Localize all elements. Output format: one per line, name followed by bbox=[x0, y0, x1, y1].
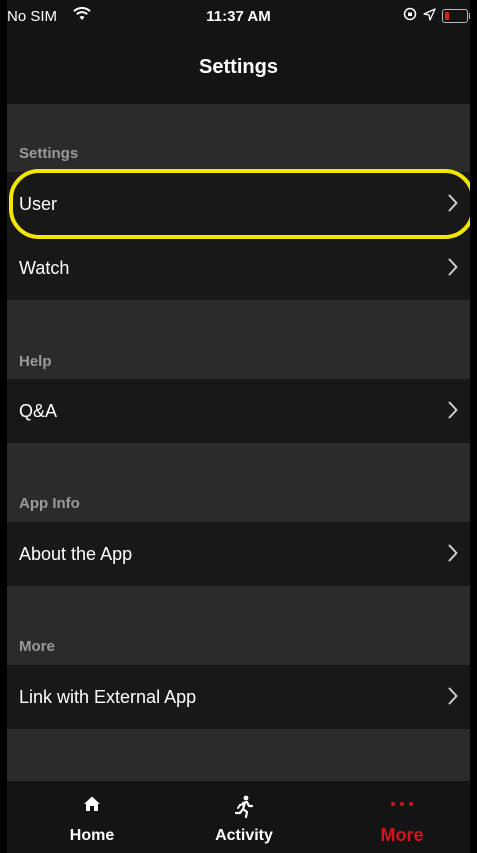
tab-home[interactable]: Home bbox=[32, 781, 152, 853]
chevron-right-icon bbox=[448, 401, 458, 419]
running-person-icon bbox=[234, 795, 254, 824]
tab-label: Home bbox=[69, 827, 115, 844]
home-icon bbox=[83, 795, 101, 818]
tab-more[interactable]: More bbox=[342, 781, 462, 853]
more-item-link-external-app[interactable]: Link with External App bbox=[7, 665, 470, 729]
section-header-label: App Info bbox=[19, 495, 80, 512]
chevron-right-icon bbox=[448, 687, 458, 705]
chevron-right-icon bbox=[448, 194, 458, 212]
settings-item-watch[interactable]: Watch bbox=[7, 236, 470, 300]
row-label: User bbox=[19, 194, 58, 214]
row-label: About the App bbox=[19, 544, 133, 564]
page-title: Settings bbox=[199, 56, 278, 78]
help-item-qa[interactable]: Q&A bbox=[7, 379, 470, 443]
row-label: Link with External App bbox=[19, 687, 197, 707]
section-header-label: More bbox=[19, 638, 55, 655]
status-time: 11:37 AM bbox=[206, 8, 271, 25]
orientation-lock-icon bbox=[403, 7, 417, 25]
chevron-right-icon bbox=[448, 544, 458, 562]
tab-activity[interactable]: Activity bbox=[184, 781, 304, 853]
app-info-item-about[interactable]: About the App bbox=[7, 522, 470, 586]
row-label: Watch bbox=[19, 258, 70, 278]
ellipsis-icon bbox=[390, 795, 414, 813]
status-bar: No SIM 11:37 AM bbox=[7, 0, 470, 34]
settings-item-user[interactable]: User bbox=[7, 172, 470, 236]
location-icon bbox=[423, 7, 436, 25]
battery-icon bbox=[442, 9, 470, 23]
app-screen: No SIM 11:37 AM Settings Settings User W… bbox=[7, 0, 470, 853]
tab-bar: Home Activity More bbox=[7, 781, 470, 853]
section-header-label: Help bbox=[19, 353, 52, 370]
navigation-bar: Settings bbox=[7, 34, 470, 104]
tab-label: Activity bbox=[215, 827, 273, 844]
tab-label: More bbox=[380, 825, 424, 845]
chevron-right-icon bbox=[448, 258, 458, 276]
section-header-label: Settings bbox=[19, 145, 79, 162]
row-label: Q&A bbox=[19, 401, 58, 421]
